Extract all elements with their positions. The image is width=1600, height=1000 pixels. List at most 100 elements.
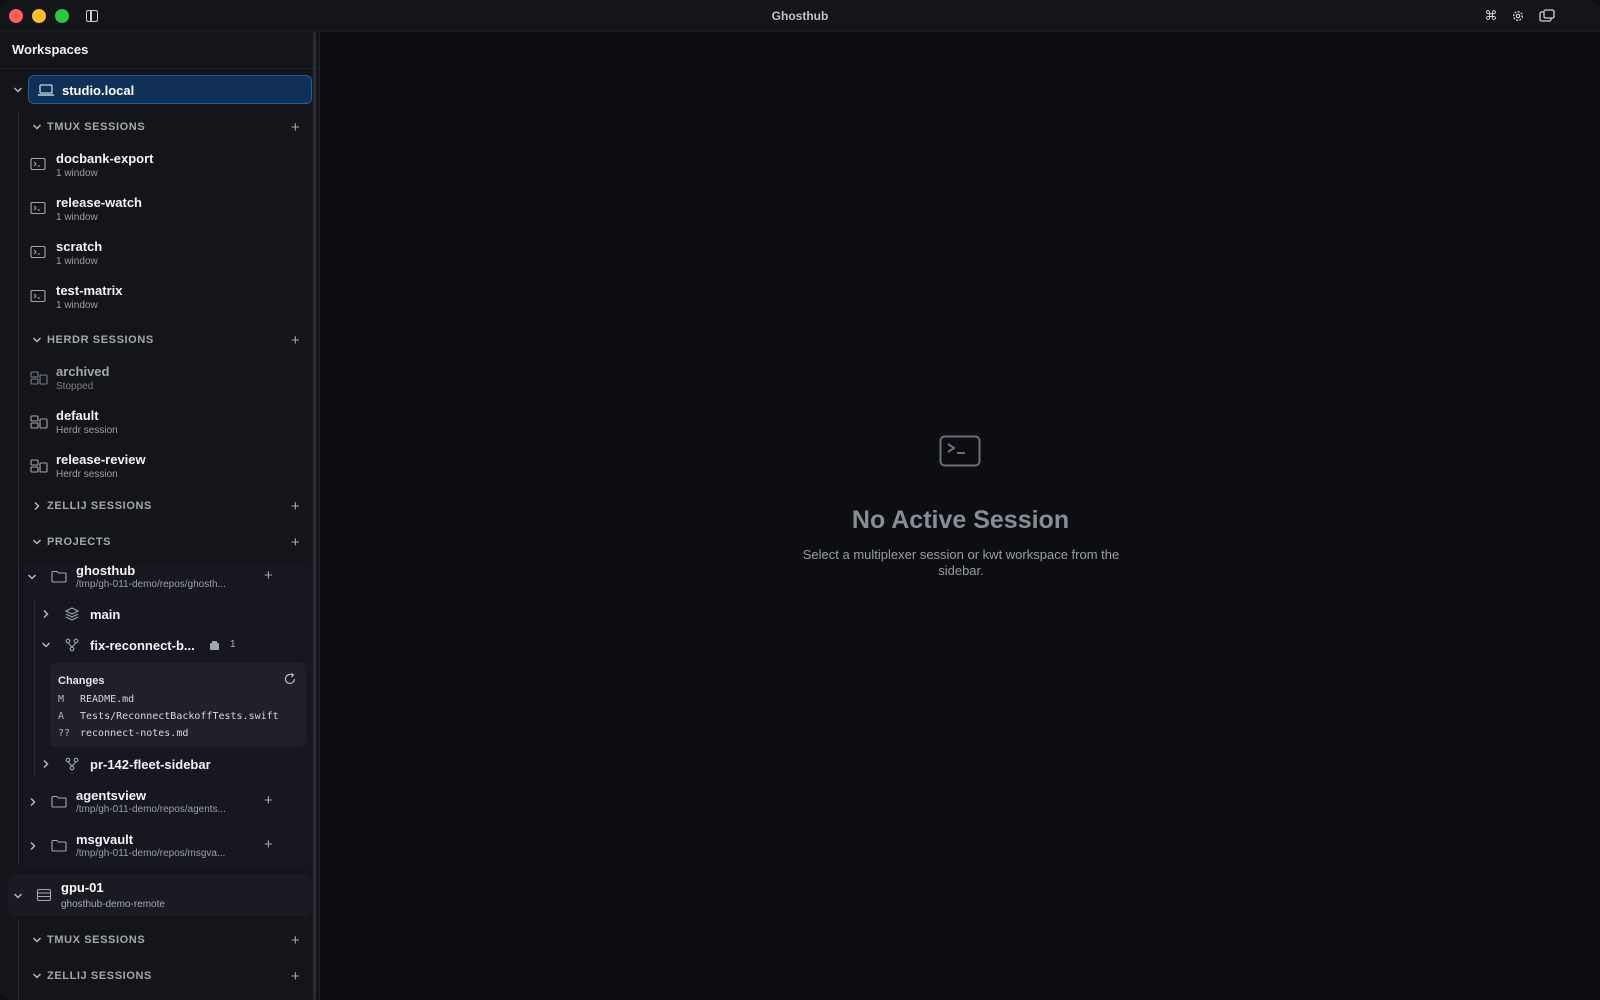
add-zellij-session-button[interactable]: + — [291, 499, 300, 514]
chevron-down-icon[interactable] — [13, 85, 23, 95]
host-name: gpu-01 — [61, 880, 104, 895]
session-meta: 1 window — [56, 212, 98, 223]
branch-item[interactable]: fix-reconnect-b... 1 — [0, 634, 319, 656]
session-meta: 1 window — [56, 300, 98, 311]
project-item[interactable]: agentsview /tmp/gh-011-demo/repos/agents… — [0, 785, 319, 819]
app-window: Ghosthub ⌘ Workspaces studio.local TMUX … — [0, 0, 1600, 1000]
empty-state-title: No Active Session — [851, 506, 1070, 534]
session-meta: 1 window — [56, 168, 98, 179]
terminal-icon — [30, 245, 46, 259]
add-branch-button[interactable]: + — [264, 793, 273, 808]
add-branch-button[interactable]: + — [264, 837, 273, 852]
branch-item[interactable]: pr-142-fleet-sidebar — [0, 753, 319, 775]
changed-file[interactable]: M README.md — [58, 694, 134, 705]
session-item[interactable]: test-matrix 1 window — [0, 280, 319, 322]
chevron-right-icon[interactable] — [41, 759, 51, 769]
folder-icon — [51, 570, 67, 583]
sidebar: Workspaces studio.local TMUX SESSIONS + … — [0, 32, 320, 1000]
section-projects[interactable]: PROJECTS — [47, 536, 111, 548]
command-icon[interactable]: ⌘ — [1484, 9, 1498, 23]
windows-icon[interactable] — [1539, 9, 1555, 23]
stack-icon — [64, 607, 80, 621]
section-herdr-sessions[interactable]: HERDR SESSIONS — [47, 334, 154, 346]
section-tmux-sessions[interactable]: TMUX SESSIONS — [47, 934, 145, 946]
add-zellij-session-button[interactable]: + — [291, 969, 300, 984]
add-project-button[interactable]: + — [291, 535, 300, 550]
branch-item[interactable]: main — [0, 603, 319, 625]
project-name: msgvault — [76, 832, 134, 847]
file-name: reconnect-notes.md — [80, 728, 189, 739]
chevron-down-icon[interactable] — [32, 335, 42, 345]
project-path: /tmp/gh-011-demo/repos/ghosth... — [76, 579, 226, 590]
main-content: No Active Session Select a multiplexer s… — [321, 32, 1600, 1000]
divider — [0, 68, 319, 69]
project-item[interactable]: ghosthub /tmp/gh-011-demo/repos/ghosth..… — [0, 560, 319, 594]
chevron-right-icon[interactable] — [28, 841, 38, 851]
session-name: test-matrix — [56, 283, 123, 298]
terminal-icon — [30, 289, 46, 303]
session-meta: 1 window — [56, 256, 98, 267]
session-item[interactable]: scratch 1 window — [0, 236, 319, 278]
session-name: release-watch — [56, 195, 142, 210]
section-zellij-sessions[interactable]: ZELLIJ SESSIONS — [47, 500, 152, 512]
session-name: docbank-export — [56, 151, 154, 166]
project-item[interactable]: msgvault /tmp/gh-011-demo/repos/msgva...… — [0, 829, 319, 863]
add-herdr-session-button[interactable]: + — [291, 333, 300, 348]
project-path: /tmp/gh-011-demo/repos/agents... — [76, 804, 226, 815]
section-tmux-sessions[interactable]: TMUX SESSIONS — [47, 121, 145, 133]
add-tmux-session-button[interactable]: + — [291, 933, 300, 948]
host-studio-local[interactable]: studio.local — [28, 75, 312, 104]
file-name: README.md — [80, 694, 135, 705]
layout-icon — [30, 415, 48, 429]
chevron-down-icon[interactable] — [32, 537, 42, 547]
chevron-right-icon[interactable] — [28, 797, 38, 807]
session-item[interactable]: default Herdr session — [0, 405, 319, 447]
stash-icon — [210, 641, 219, 650]
add-branch-button[interactable]: + — [264, 568, 273, 583]
branch-name: pr-142-fleet-sidebar — [90, 757, 211, 772]
session-item[interactable]: archived Stopped — [0, 361, 319, 403]
file-name: Tests/ReconnectBackoffTests.swift — [80, 711, 279, 722]
host-gpu-01[interactable]: gpu-01 ghosthub-demo-remote — [8, 874, 312, 916]
git-branch-icon — [65, 638, 79, 652]
terminal-icon — [939, 435, 981, 467]
chevron-down-icon[interactable] — [13, 891, 23, 901]
project-path: /tmp/gh-011-demo/repos/msgva... — [76, 848, 226, 859]
empty-state-subtitle: Select a multiplexer session or kwt work… — [802, 547, 1120, 578]
session-status: Stopped — [56, 381, 94, 392]
chevron-down-icon[interactable] — [32, 935, 42, 945]
layout-icon — [30, 371, 48, 385]
changed-file[interactable]: A Tests/ReconnectBackoffTests.swift — [58, 711, 279, 722]
sidebar-scrollbar[interactable] — [313, 32, 316, 1000]
session-item[interactable]: release-watch 1 window — [0, 192, 319, 234]
chevron-down-icon[interactable] — [32, 971, 42, 981]
changes-panel: Changes M README.md A Tests/ReconnectBacko… — [50, 663, 306, 747]
section-zellij-sessions[interactable]: ZELLIJ SESSIONS — [47, 970, 152, 982]
changes-title: Changes — [58, 675, 105, 687]
session-meta: Herdr session — [56, 469, 118, 480]
tree-line — [34, 598, 35, 778]
chevron-down-icon[interactable] — [41, 640, 51, 650]
refresh-icon[interactable] — [283, 672, 297, 686]
tree-line — [18, 920, 19, 1000]
file-status: M — [58, 694, 65, 705]
gear-icon[interactable] — [1511, 9, 1525, 23]
chevron-right-icon[interactable] — [41, 609, 51, 619]
terminal-icon — [30, 201, 46, 215]
session-item[interactable]: release-review Herdr session — [0, 449, 319, 491]
session-item[interactable]: docbank-export 1 window — [0, 148, 319, 190]
laptop-icon — [38, 84, 54, 96]
session-name: archived — [56, 364, 110, 379]
chevron-right-icon[interactable] — [32, 501, 42, 511]
chevron-down-icon[interactable] — [32, 122, 42, 132]
file-status: ?? — [58, 728, 71, 739]
session-meta: Herdr session — [56, 425, 118, 436]
changed-file[interactable]: ?? reconnect-notes.md — [58, 728, 188, 739]
git-branch-icon — [65, 757, 79, 771]
add-tmux-session-button[interactable]: + — [291, 120, 300, 135]
session-name: release-review — [56, 452, 146, 467]
server-icon — [36, 888, 52, 902]
file-status: A — [58, 711, 65, 722]
layout-icon — [30, 459, 48, 473]
branch-name: main — [90, 607, 121, 622]
